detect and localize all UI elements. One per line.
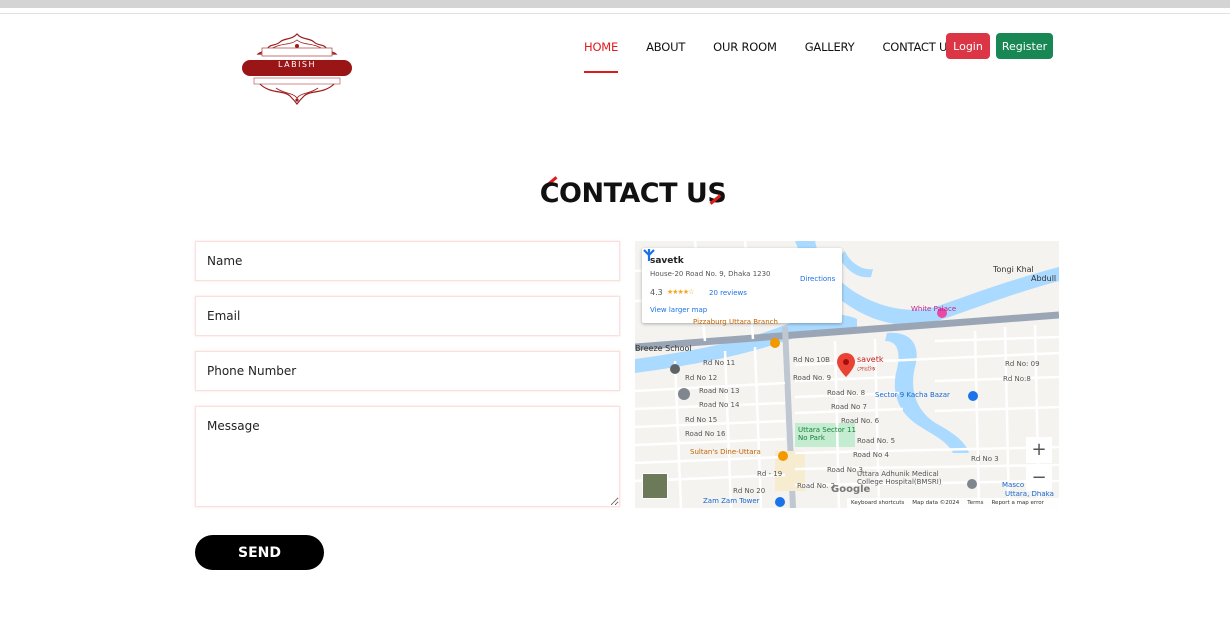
map-label-road-no-8: Road No. 8 bbox=[827, 389, 866, 397]
main-nav: HOME ABOUT OUR ROOM GALLERY CONTACT US bbox=[570, 32, 968, 73]
browser-top-strip bbox=[0, 0, 1230, 8]
map-label-road-no-5: Road No. 5 bbox=[857, 437, 896, 445]
reviews-link[interactable]: 20 reviews bbox=[709, 289, 747, 297]
register-button[interactable]: Register bbox=[996, 33, 1053, 59]
map-label-road-no-2: Road No. 2 bbox=[797, 482, 836, 490]
view-larger-map-link[interactable]: View larger map bbox=[650, 306, 707, 314]
map-label-road-no-4: Road No 4 bbox=[853, 451, 889, 459]
nav-about[interactable]: ABOUT bbox=[632, 34, 699, 60]
map-label-breeze-school: Breeze School bbox=[635, 344, 692, 353]
message-field[interactable] bbox=[195, 406, 620, 507]
map-label-abdull: Abdull bbox=[1031, 274, 1057, 283]
place-rating: 4.3 bbox=[650, 288, 663, 297]
logo-emblem-icon bbox=[242, 33, 352, 105]
map-data-text: Map data ©2024 bbox=[912, 500, 960, 506]
map-label-rd-19: Rd - 19 bbox=[757, 470, 783, 478]
name-field[interactable] bbox=[195, 241, 620, 281]
map-label-road-no-14: Road No 14 bbox=[699, 401, 740, 409]
map-label-road-no-13: Road No 13 bbox=[699, 387, 740, 395]
zoom-in-button[interactable]: + bbox=[1026, 437, 1052, 463]
logo-wordmark: LABISH bbox=[277, 60, 317, 69]
map-embed[interactable]: savetk House-20 Road No. 9, Dhaka 1230 4… bbox=[635, 241, 1059, 508]
map-label-rd-no-20: Rd No 20 bbox=[733, 487, 766, 495]
nav-our-room[interactable]: OUR ROOM bbox=[699, 34, 791, 60]
terms-link[interactable]: Terms bbox=[967, 500, 983, 506]
map-label-rd-no-3: Rd No 3 bbox=[971, 455, 999, 463]
map-label-rd-no-11: Rd No 11 bbox=[703, 359, 736, 367]
google-logo: Google bbox=[831, 484, 871, 495]
map-label-pizzaburg: Pizzaburg Uttara Branch bbox=[693, 318, 778, 326]
map-label-road-no-7: Road No 7 bbox=[831, 403, 867, 411]
place-address: House-20 Road No. 9, Dhaka 1230 bbox=[650, 270, 771, 278]
map-label-uttara: Uttara, Dhaka bbox=[1005, 490, 1054, 498]
directions-icon[interactable] bbox=[642, 248, 656, 262]
nav-gallery[interactable]: GALLERY bbox=[791, 34, 869, 60]
map-label-masco: Masco bbox=[1002, 481, 1025, 489]
send-button[interactable]: SEND bbox=[195, 535, 324, 570]
report-map-error-link[interactable]: Report a map error bbox=[991, 500, 1043, 506]
map-label-tongi-khal: Tongi Khal bbox=[993, 265, 1034, 274]
map-label-rd-no-12: Rd No 12 bbox=[685, 374, 718, 382]
map-label-rd-no-8: Rd No:8 bbox=[1003, 375, 1031, 383]
map-label-white-palace: White Palace bbox=[911, 305, 957, 313]
satellite-toggle[interactable] bbox=[642, 473, 668, 499]
map-label-rd-no-15: Rd No 15 bbox=[685, 416, 718, 424]
nav-home[interactable]: HOME bbox=[570, 34, 632, 73]
place-info-card: savetk House-20 Road No. 9, Dhaka 1230 4… bbox=[642, 248, 842, 323]
zoom-out-button[interactable]: − bbox=[1026, 465, 1052, 491]
map-label-road-no-16: Road No 16 bbox=[685, 430, 726, 438]
map-label-road-no-9: Road No. 9 bbox=[793, 374, 832, 382]
email-field[interactable] bbox=[195, 296, 620, 336]
map-label-rd-no-09: Rd No: 09 bbox=[1005, 360, 1040, 368]
marker-label: savetk bbox=[857, 355, 884, 364]
phone-field[interactable] bbox=[195, 351, 620, 391]
map-label-sector-9-kacha-bazar: Sector 9 Kacha Bazar bbox=[875, 391, 950, 399]
marker-sublabel: সেভটক bbox=[857, 366, 876, 373]
login-button[interactable]: Login bbox=[946, 33, 990, 59]
logo[interactable]: LABISH bbox=[240, 32, 354, 106]
rating-stars-icon: ★★★★☆ bbox=[667, 288, 694, 296]
directions-link[interactable]: Directions bbox=[800, 275, 835, 283]
map-footer: Keyboard shortcuts Map data ©2024 Terms … bbox=[847, 498, 1059, 508]
map-label-road-no-6: Road No. 6 bbox=[841, 417, 880, 425]
page-title: CONTACT US bbox=[539, 178, 727, 209]
map-label-uttara-adhunik: Uttara Adhunik Medical College Hospital(… bbox=[857, 470, 942, 486]
map-label-rd-no-10b: Rd No 10B bbox=[793, 356, 830, 364]
map-label-sector-11-park: Uttara Sector 11 No Park bbox=[798, 426, 856, 442]
keyboard-shortcuts-link[interactable]: Keyboard shortcuts bbox=[851, 500, 904, 506]
header-divider bbox=[0, 13, 1230, 14]
map-label-sultans-dine: Sultan's Dine-Uttara bbox=[690, 448, 761, 456]
map-label-zam-zam-tower: Zam Zam Tower bbox=[703, 497, 760, 505]
